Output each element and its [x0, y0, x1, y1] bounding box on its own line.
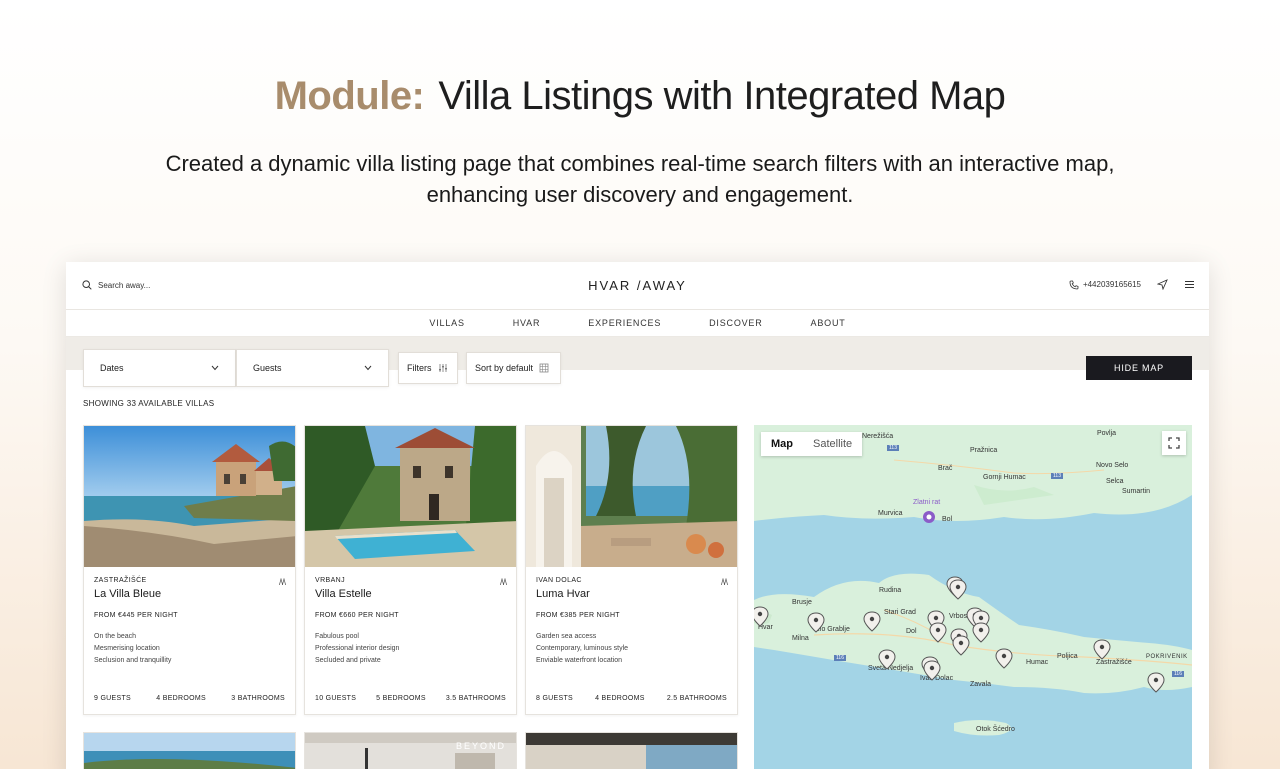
villa-pin: [863, 611, 881, 632]
villa-pin: [754, 606, 769, 627]
villa-photo: [84, 426, 295, 567]
nav-experiences[interactable]: EXPERIENCES: [588, 318, 661, 328]
phone-link[interactable]: +442039165615: [1069, 280, 1141, 290]
hide-map-button[interactable]: HIDE MAP: [1086, 356, 1192, 380]
brand-overlay: BEYOND: [455, 741, 506, 751]
villa-photo: [305, 426, 516, 567]
chevron-down-icon: [364, 365, 372, 371]
villa-feature: Fabulous pool: [315, 633, 359, 640]
villa-price: FROM €385 PER NIGHT: [536, 612, 620, 619]
villa-name[interactable]: Villa Estelle: [315, 588, 506, 600]
villa-card[interactable]: [525, 732, 738, 769]
villa-card[interactable]: VRBANJ /\/\ Villa Estelle FROM €660 PER …: [304, 425, 517, 715]
villa-pin: [972, 622, 990, 643]
villa-price: FROM €445 PER NIGHT: [94, 612, 178, 619]
grid-icon: [539, 363, 549, 373]
site-header: Search away... HVAR /AWAY +442039165615: [66, 262, 1209, 310]
module-title: Villa Listings with Integrated Map: [438, 74, 1006, 118]
villa-pin: [923, 660, 941, 681]
villa-feature: Secluded and private: [315, 657, 381, 664]
main-nav: VILLAS HVAR EXPERIENCES DISCOVER ABOUT: [66, 310, 1209, 337]
villa-photo: [305, 733, 516, 769]
villa-guests: 9 GUESTS: [94, 695, 132, 702]
villa-stats: 8 GUESTS 4 BEDROOMS 2.5 BATHROOMS: [536, 695, 727, 702]
villa-feature: On the beach: [94, 633, 137, 640]
nav-about[interactable]: ABOUT: [811, 318, 846, 328]
villa-pin: [807, 612, 825, 633]
villa-location: IVAN DOLAC: [536, 577, 582, 584]
villa-pin: [878, 649, 896, 670]
villa-pin: [1147, 672, 1165, 693]
villa-feature: Seclusion and tranquillity: [94, 657, 172, 664]
villa-stats: 10 GUESTS 5 BEDROOMS 3.5 BATHROOMS: [315, 695, 506, 702]
villa-feature: Garden sea access: [536, 633, 597, 640]
villa-bedrooms: 4 BEDROOMS: [595, 695, 645, 702]
sort-select[interactable]: Sort by default: [466, 352, 561, 384]
dates-select[interactable]: Dates: [83, 349, 236, 387]
villa-bedrooms: 4 BEDROOMS: [156, 695, 206, 702]
sort-label: Sort by default: [475, 363, 534, 373]
villa-card[interactable]: [83, 732, 296, 769]
villa-pin: [1093, 639, 1111, 660]
villa-card[interactable]: BEYOND: [304, 732, 517, 769]
phone-number: +442039165615: [1082, 280, 1141, 289]
filters-button[interactable]: Filters: [398, 352, 458, 384]
phone-icon: [1069, 280, 1079, 289]
villa-pin: [952, 635, 970, 656]
villa-photo: [84, 733, 295, 769]
villa-bathrooms: 2.5 BATHROOMS: [666, 695, 727, 702]
villa-feature: Enviable waterfront location: [536, 657, 622, 664]
villa-features: Fabulous pool Professional interior desi…: [315, 631, 506, 667]
send-icon[interactable]: [1157, 279, 1168, 290]
villa-photo: [526, 733, 737, 769]
filters-label: Filters: [407, 363, 432, 373]
module-description: Created a dynamic villa listing page tha…: [165, 151, 1115, 207]
villa-location: ZASTRAŽIŠĆE: [94, 577, 147, 584]
nav-discover[interactable]: DISCOVER: [709, 318, 762, 328]
brand-mark-icon: /\/\: [278, 577, 286, 587]
villa-map[interactable]: Map Satellite Nerežišća Povlja Pražnica …: [754, 425, 1192, 769]
villa-stats: 9 GUESTS 4 BEDROOMS 3 BATHROOMS: [94, 695, 285, 702]
sliders-icon: [438, 364, 447, 372]
dates-label: Dates: [100, 363, 124, 373]
villa-guests: 8 GUESTS: [536, 695, 574, 702]
guests-label: Guests: [253, 363, 282, 373]
website-screenshot: Search away... HVAR /AWAY +442039165615 …: [66, 262, 1209, 769]
map-pins: [754, 511, 1165, 693]
guests-select[interactable]: Guests: [236, 349, 389, 387]
villa-feature: Professional interior design: [315, 645, 400, 652]
villa-guests: 10 GUESTS: [315, 695, 357, 702]
villa-pin: [995, 648, 1013, 669]
brand-mark-icon: /\/\: [720, 577, 728, 587]
villa-card[interactable]: ZASTRAŽIŠĆE /\/\ La Villa Bleue FROM €44…: [83, 425, 296, 715]
villa-card[interactable]: IVAN DOLAC /\/\ Luma Hvar FROM €385 PER …: [525, 425, 738, 715]
villa-feature: Mesmerising location: [94, 645, 160, 652]
villa-feature: Contemporary, luminous style: [536, 645, 629, 652]
module-label: Module:: [274, 74, 425, 118]
nav-hvar[interactable]: HVAR: [513, 318, 541, 328]
menu-icon[interactable]: [1184, 279, 1195, 290]
results-count: SHOWING 33 AVAILABLE VILLAS: [83, 399, 215, 408]
chevron-down-icon: [211, 365, 219, 371]
villa-name[interactable]: La Villa Bleue: [94, 588, 285, 600]
villa-name[interactable]: Luma Hvar: [536, 588, 727, 600]
villa-pin: [929, 622, 947, 643]
villa-bedrooms: 5 BEDROOMS: [376, 695, 426, 702]
villa-bathrooms: 3.5 BATHROOMS: [445, 695, 506, 702]
villa-pin: [949, 579, 967, 600]
module-headline: Module: Villa Listings with Integrated Ma…: [0, 74, 1280, 119]
site-logo[interactable]: HVAR /AWAY: [66, 278, 1209, 293]
villa-location: VRBANJ: [315, 577, 346, 584]
villa-price: FROM €660 PER NIGHT: [315, 612, 399, 619]
villa-features: On the beach Mesmerising location Seclus…: [94, 631, 285, 667]
brand-mark-icon: /\/\: [499, 577, 507, 587]
villa-photo: [526, 426, 737, 567]
nav-villas[interactable]: VILLAS: [429, 318, 464, 328]
villa-features: Garden sea access Contemporary, luminous…: [536, 631, 727, 667]
villa-bathrooms: 3 BATHROOMS: [231, 695, 285, 702]
